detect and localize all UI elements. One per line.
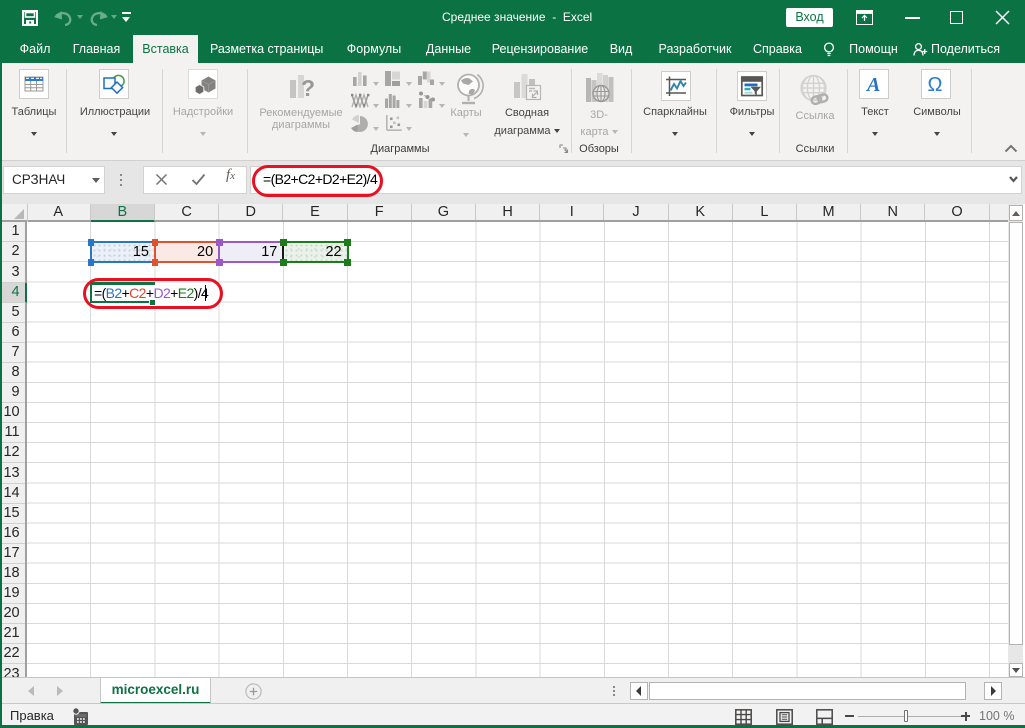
- svg-text:A: A: [865, 74, 880, 96]
- svg-text:?: ?: [301, 75, 315, 101]
- svg-text:Ω: Ω: [928, 74, 943, 96]
